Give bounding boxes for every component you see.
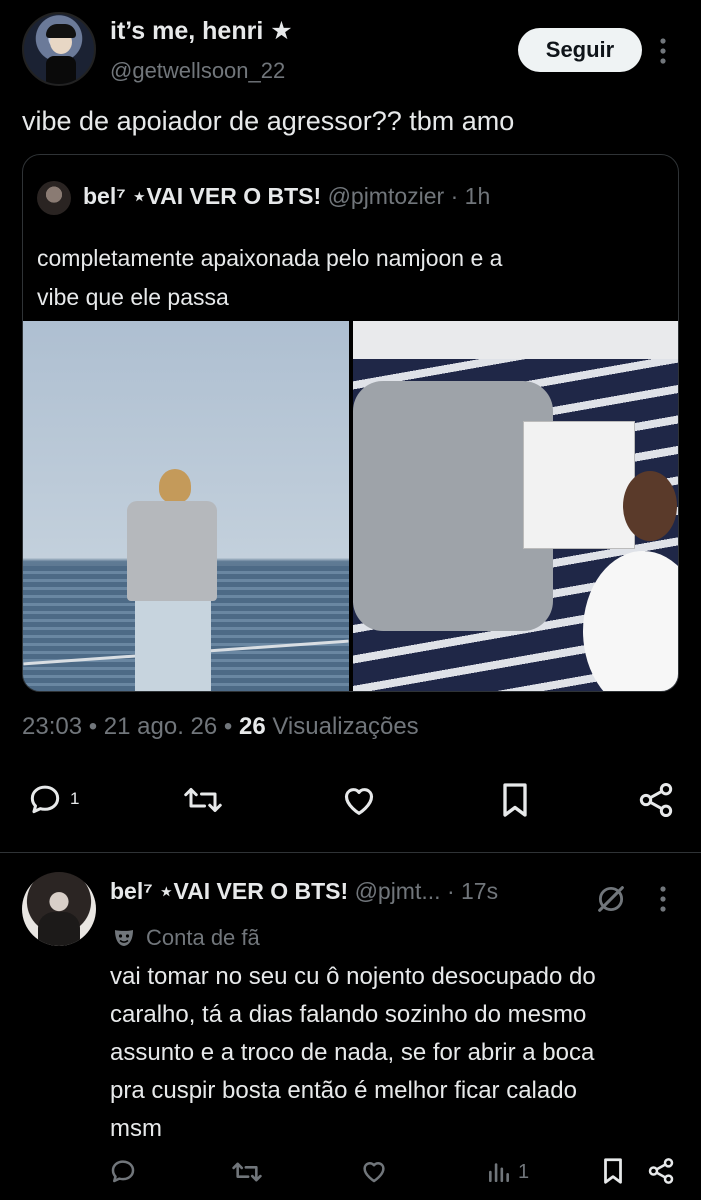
reply-text-line: pra cuspir bosta então é melhor ficar ca… xyxy=(110,1077,577,1104)
reply-text: vai tomar no seu cu ô nojento desocupado… xyxy=(110,958,596,1148)
reply-header: bel⁷ ⋆VAI VER O BTS! @pjmt... · 17s xyxy=(110,878,498,905)
reply-like-icon[interactable] xyxy=(358,1156,390,1186)
share-icon[interactable] xyxy=(636,780,676,820)
tweet-text: vibe de apoiador de agressor?? tbm amo xyxy=(22,106,515,136)
reply-author-avatar[interactable] xyxy=(22,872,96,946)
views-count: 26 xyxy=(238,713,266,740)
quote-header: bel⁷ ⋆VAI VER O BTS! @pjmtozier · 1h xyxy=(83,183,490,210)
reply-button[interactable]: 1 xyxy=(26,780,79,818)
follow-label: Seguir xyxy=(545,37,615,62)
follow-button[interactable]: Seguir xyxy=(518,28,642,72)
views-label: Visualizações xyxy=(272,713,419,740)
reply-time: 17s xyxy=(461,878,499,904)
quote-text-line: completamente apaixonada pelo namjoon e … xyxy=(37,245,503,271)
author-name[interactable]: it’s me, henri xyxy=(110,17,263,45)
views-icon xyxy=(486,1158,512,1184)
dot-separator: · xyxy=(450,183,459,209)
star-icon: ★ xyxy=(270,17,293,45)
divider xyxy=(0,852,701,853)
quote-time: 1h xyxy=(464,183,491,209)
fan-account-badge: Conta de fã xyxy=(112,925,260,951)
like-icon[interactable] xyxy=(338,780,380,820)
reply-bookmark-icon[interactable] xyxy=(600,1156,626,1186)
author-avatar[interactable] xyxy=(22,12,96,86)
badge-label: Conta de fã xyxy=(146,925,260,950)
reply-reply-icon[interactable] xyxy=(108,1156,138,1186)
reply-repost-icon[interactable] xyxy=(230,1158,264,1186)
author-name-row[interactable]: it’s me, henri ★ xyxy=(110,16,293,46)
timestamp: 23:03 • 21 ago. 26 • xyxy=(22,713,233,740)
reply-share-icon[interactable] xyxy=(646,1156,676,1186)
tweet-meta: 23:03 • 21 ago. 26 • 26 Visualizações xyxy=(22,713,419,741)
reply-author-handle[interactable]: @pjmt... xyxy=(355,878,441,904)
reply-author-name[interactable]: bel⁷ xyxy=(110,878,153,904)
reply-text-line: caralho, tá a dias falando sozinho do me… xyxy=(110,1001,587,1028)
repost-icon[interactable] xyxy=(182,782,224,818)
quote-author-avatar xyxy=(37,181,71,215)
reply-views-button[interactable]: 1 xyxy=(486,1158,529,1184)
reply-more-options-icon[interactable] xyxy=(654,884,672,914)
reply-text-line: msm xyxy=(110,1115,162,1142)
author-handle[interactable]: @getwellsoon_22 xyxy=(110,58,285,84)
reply-views-count: 1 xyxy=(518,1161,530,1183)
dot-separator: · xyxy=(446,878,455,904)
quoted-tweet[interactable]: bel⁷ ⋆VAI VER O BTS! @pjmtozier · 1h com… xyxy=(22,154,679,692)
reply-text-line: vai tomar no seu cu ô nojento desocupado… xyxy=(110,963,596,990)
mask-icon xyxy=(112,927,136,949)
quote-photo-2[interactable] xyxy=(353,321,678,691)
more-options-icon[interactable] xyxy=(654,36,672,66)
quote-author-handle: @pjmtozier xyxy=(327,183,445,209)
reply-icon xyxy=(26,780,64,818)
grok-icon[interactable] xyxy=(594,882,628,916)
reply-text-line: assunto e a troco de nada, se for abrir … xyxy=(110,1039,595,1066)
reply-author-name-rest[interactable]: ⋆VAI VER O BTS! xyxy=(159,878,348,904)
quote-author-name-rest: ⋆VAI VER O BTS! xyxy=(132,183,322,209)
quote-author-name: bel⁷ xyxy=(83,183,126,209)
quote-photo-1[interactable] xyxy=(23,321,349,691)
bookmark-icon[interactable] xyxy=(498,780,532,820)
quote-text-line: vibe que ele passa xyxy=(37,284,229,310)
reply-count: 1 xyxy=(70,789,80,808)
